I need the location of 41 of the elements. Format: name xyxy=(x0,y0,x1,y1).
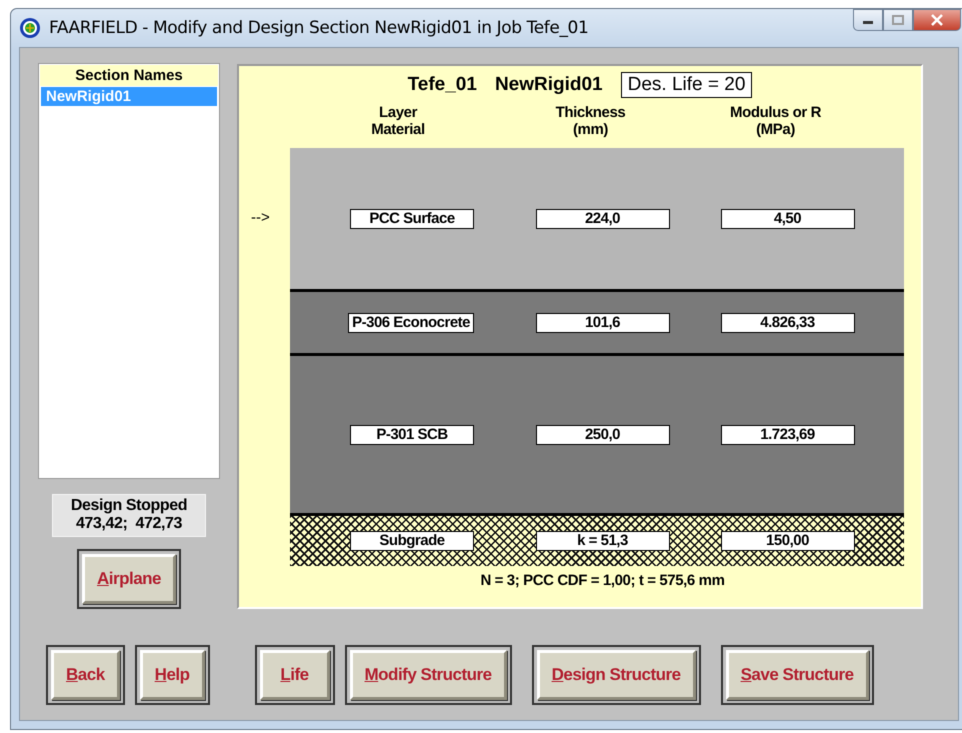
action-button[interactable]: Design Structure xyxy=(536,650,696,700)
thickness-field[interactable]: 101,6 xyxy=(536,312,670,332)
summary-text: N = 3; PCC CDF = 1,00; t = 575,6 mm xyxy=(480,572,725,589)
column-header: Modulus or R (MPa) xyxy=(728,104,822,138)
thickness-field[interactable]: k = 51,3 xyxy=(536,531,670,551)
status-text: Design Stopped xyxy=(70,497,188,515)
action-button[interactable]: Save Structure xyxy=(726,650,869,700)
app-icon xyxy=(19,17,41,39)
pavement-layer[interactable]: P-306 Econocrete 101,6 4.826,33 xyxy=(290,289,904,353)
close-button[interactable] xyxy=(913,9,961,31)
material-field[interactable]: PCC Surface xyxy=(350,208,474,228)
material-field[interactable]: P-306 Econocrete xyxy=(348,312,474,332)
pavement-layer[interactable]: PCC Surface 224,0 4,50 xyxy=(290,148,904,289)
status-values: 473,42; 472,73 xyxy=(74,515,184,533)
action-button[interactable]: Help xyxy=(140,650,204,700)
design-life: Des. Life = 20 xyxy=(620,72,752,98)
action-button[interactable]: Back xyxy=(51,650,120,700)
column-header: Thickness (mm) xyxy=(554,104,626,138)
thickness-field[interactable]: 224,0 xyxy=(536,208,670,228)
close-icon xyxy=(930,14,944,26)
maximize-button[interactable] xyxy=(883,9,913,31)
action-button[interactable]: Life xyxy=(260,650,330,700)
pavement-layer[interactable]: P-301 SCB 250,0 1.723,69 xyxy=(290,353,904,513)
maximize-icon xyxy=(892,15,904,25)
column-header: Layer Material xyxy=(370,104,426,138)
material-field[interactable]: Subgrade xyxy=(350,531,474,551)
modulus-field[interactable]: 1.723,69 xyxy=(720,424,854,444)
modulus-field[interactable]: 4,50 xyxy=(720,208,854,228)
action-button[interactable]: Modify Structure xyxy=(350,650,507,700)
modulus-field[interactable]: 4.826,33 xyxy=(720,312,854,332)
material-field[interactable]: P-301 SCB xyxy=(350,424,474,444)
subgrade-layer[interactable]: Subgrade k = 51,3 150,00 xyxy=(290,513,904,566)
job-name: Tefe_01 xyxy=(408,74,477,96)
airplane-button[interactable]: Airplane xyxy=(82,554,176,604)
thickness-field[interactable]: 250,0 xyxy=(536,424,670,444)
current-layer-pointer: --> xyxy=(251,208,270,226)
window-title: FAARFIELD - Modify and Design Section NewRigid01 in Job Tefe_01 xyxy=(49,18,590,38)
modulus-field[interactable]: 150,00 xyxy=(720,531,854,551)
list-heading: Section Names xyxy=(40,65,218,87)
minimize-button[interactable] xyxy=(853,9,883,31)
section-name: NewRigid01 xyxy=(494,74,603,96)
